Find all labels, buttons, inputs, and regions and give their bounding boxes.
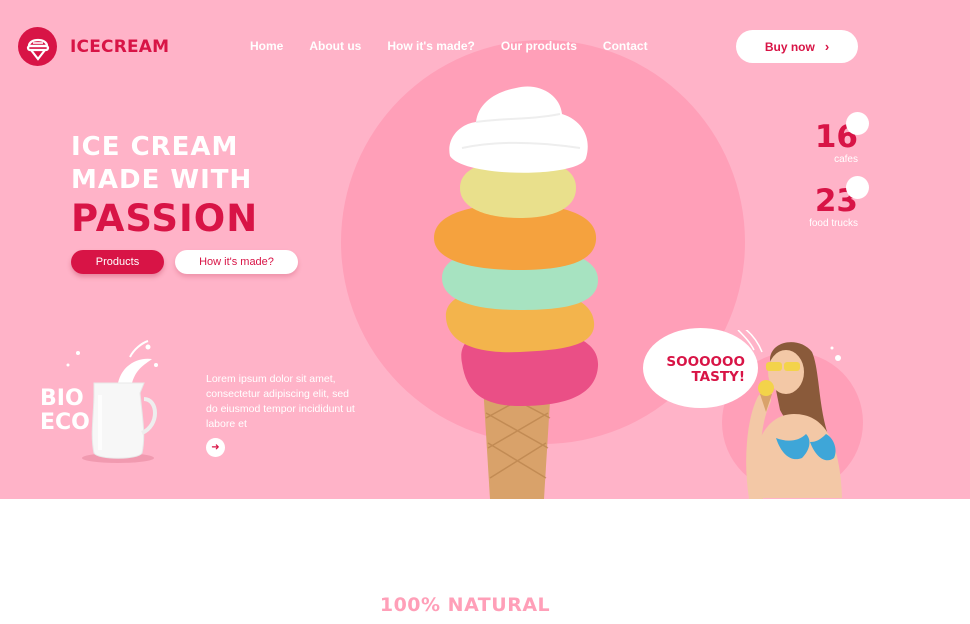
page: ICECREAM Home About us How it's made? Ou…	[0, 0, 970, 624]
how-its-made-button[interactable]: How it's made?	[175, 250, 298, 274]
girl-eating-ice-cream-image	[720, 327, 870, 499]
products-button[interactable]: Products	[71, 250, 164, 274]
stat-label: food trucks	[809, 218, 858, 229]
stat-label: cafes	[834, 154, 858, 165]
nav-contact[interactable]: Contact	[603, 39, 648, 53]
headline-line-1: ICE CREAM	[71, 132, 239, 162]
chevron-right-icon: ›	[824, 39, 830, 54]
stat-dot	[846, 112, 869, 135]
stat-cafes: 16 cafes	[800, 112, 869, 165]
ice-cream-cone-image	[420, 78, 610, 499]
bio-description: Lorem ipsum dolor sit amet, consectetur …	[206, 373, 355, 430]
headline-line-2: MADE WITH	[71, 165, 253, 195]
ice-cream-logo-icon	[18, 27, 57, 66]
arrow-right-icon[interactable]: ➜	[206, 438, 225, 457]
hero-headline: ICE CREAM MADE WITH PASSION	[71, 131, 258, 241]
logo-text: ICECREAM	[70, 36, 170, 57]
main-nav: Home About us How it's made? Our product…	[250, 39, 648, 53]
stat-food-trucks: 23 food trucks	[780, 176, 869, 229]
nav-how-its-made[interactable]: How it's made?	[387, 39, 475, 53]
buy-now-button[interactable]: Buy now ›	[736, 30, 858, 63]
hero-section: ICECREAM Home About us How it's made? Ou…	[0, 0, 970, 499]
nav-our-products[interactable]: Our products	[501, 39, 577, 53]
nav-about-us[interactable]: About us	[309, 39, 361, 53]
section-title: 100% NATURAL	[379, 594, 551, 616]
buy-now-label: Buy now	[764, 39, 815, 54]
stat-dot	[846, 176, 869, 199]
headline-line-3: PASSION	[71, 197, 259, 240]
nav-home[interactable]: Home	[250, 39, 283, 53]
milk-jug-image	[60, 335, 170, 470]
logo[interactable]: ICECREAM	[18, 27, 169, 66]
